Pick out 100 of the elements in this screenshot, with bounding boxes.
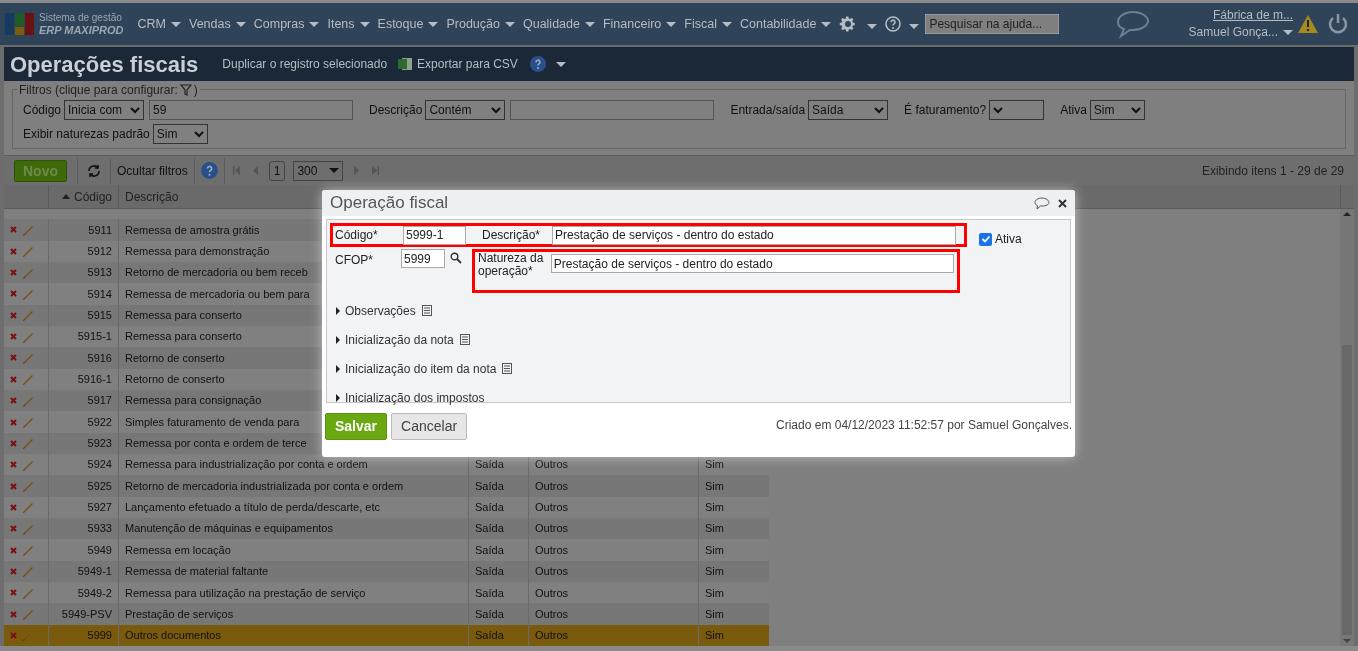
pencil-icon[interactable] — [21, 564, 35, 579]
pencil-icon[interactable] — [21, 607, 35, 622]
note-icon[interactable] — [421, 305, 432, 316]
nav-menu[interactable]: Itens — [323, 14, 374, 34]
filter-icon[interactable] — [179, 84, 192, 97]
nav-menu[interactable]: Fiscal — [680, 14, 736, 34]
filters-legend[interactable]: Filtros (clique para configurar: — [19, 81, 178, 100]
table-row[interactable]: 5949-PSV Prestação de serviços Saída Outros Sim — [4, 603, 769, 625]
help-icon[interactable] — [885, 16, 902, 33]
section-toggle[interactable]: Inicialização da nota — [336, 330, 454, 349]
section-toggle[interactable]: Observações — [336, 301, 416, 320]
delete-icon[interactable] — [10, 461, 17, 469]
first-page-icon[interactable] — [232, 166, 241, 176]
cfop-field[interactable]: 5999 — [401, 249, 445, 268]
chat-icon[interactable] — [1114, 9, 1151, 40]
active-checkbox[interactable] — [979, 232, 992, 246]
nav-menu[interactable]: Qualidade — [518, 14, 599, 34]
pencil-icon[interactable] — [21, 436, 35, 451]
delete-icon[interactable] — [10, 631, 17, 639]
delete-icon[interactable] — [10, 525, 17, 533]
pencil-icon[interactable] — [21, 308, 35, 323]
user-menu[interactable]: Samuel Gonça... — [1188, 24, 1293, 42]
filter-input[interactable]: 59 — [149, 100, 354, 121]
section-toggle[interactable]: Inicialização dos impostos — [336, 388, 485, 407]
filter-select[interactable] — [989, 100, 1045, 121]
code-cell-text: 5913 — [87, 265, 112, 281]
delete-icon[interactable] — [10, 226, 17, 234]
page-action[interactable]: Exportar para CSV — [397, 55, 518, 74]
nav-menu[interactable]: Produção — [442, 14, 519, 34]
delete-icon[interactable] — [10, 333, 17, 341]
cancel-button[interactable]: Cancelar — [391, 413, 468, 440]
direction-cell-text: Saída — [475, 585, 504, 601]
hide-filters-button[interactable]: Ocultar filtros — [111, 161, 194, 180]
table-row[interactable]: 5949-1 Remessa de material faltante Saída Outros Sim — [4, 560, 769, 583]
delete-icon[interactable] — [10, 247, 17, 255]
pencil-icon[interactable] — [21, 543, 35, 558]
delete-icon[interactable] — [10, 503, 17, 511]
power-icon[interactable] — [1327, 13, 1349, 36]
nav-menu[interactable]: Compras — [249, 14, 324, 34]
code-field[interactable]: 5999-1 — [403, 225, 466, 245]
page-action[interactable]: Duplicar o registro selecionado — [222, 55, 388, 74]
pencil-icon[interactable] — [21, 479, 35, 494]
code-cell-text: 5949-PSV — [61, 606, 112, 622]
column-header[interactable]: Código — [49, 185, 119, 209]
table-row[interactable]: 5999 Outros documentos Saída Outros Sim — [4, 624, 769, 647]
description-field[interactable]: Prestação de serviços - dentro do estado — [552, 225, 956, 245]
delete-icon[interactable] — [10, 546, 17, 554]
scrollbar[interactable] — [1340, 209, 1354, 647]
note-icon[interactable] — [502, 363, 513, 374]
nav-menu[interactable]: CRM — [133, 14, 185, 34]
delete-icon[interactable] — [10, 269, 17, 277]
comment-icon[interactable] — [1034, 196, 1050, 210]
delete-icon[interactable] — [10, 589, 17, 597]
nav-menu[interactable]: Financeiro — [598, 14, 681, 34]
delete-icon[interactable] — [10, 397, 17, 405]
nav-menu[interactable]: Estoque — [373, 14, 443, 34]
pencil-icon[interactable] — [21, 351, 35, 365]
delete-icon[interactable] — [10, 354, 17, 362]
delete-icon[interactable] — [10, 311, 17, 319]
delete-icon[interactable] — [10, 567, 17, 575]
warning-icon[interactable] — [1297, 14, 1319, 35]
close-icon[interactable] — [1058, 198, 1067, 208]
page-number[interactable]: 1 — [268, 160, 286, 181]
previous-page-icon[interactable] — [252, 166, 259, 176]
chevron-icon — [491, 106, 502, 114]
pencil-icon[interactable] — [21, 372, 35, 387]
delete-icon[interactable] — [10, 418, 17, 426]
pencil-icon[interactable] — [21, 500, 35, 515]
delete-icon[interactable] — [10, 482, 17, 490]
note-icon[interactable] — [459, 334, 470, 345]
company-link[interactable]: Fábrica de m... — [1212, 7, 1293, 25]
filter-select[interactable]: Saída — [808, 100, 889, 121]
help-search-field[interactable]: Pesquisar na ajuda... — [925, 14, 1060, 35]
help-icon[interactable] — [529, 56, 546, 73]
filter-select[interactable]: Contém — [425, 100, 506, 121]
table-row[interactable]: 5933 Manutenção de máquinas e equipamentos Saída Outros Sim — [4, 518, 769, 540]
delete-icon[interactable] — [10, 610, 17, 618]
delete-icon[interactable] — [10, 375, 17, 383]
filter-select[interactable]: Inicia com — [64, 100, 145, 121]
pencil-icon[interactable] — [21, 415, 35, 429]
last-page-icon[interactable] — [371, 166, 380, 176]
filter-select[interactable]: Sim — [152, 124, 208, 145]
help-icon[interactable] — [200, 162, 218, 180]
refresh-icon[interactable] — [86, 163, 102, 178]
settings-icon[interactable] — [839, 15, 858, 34]
nature-field[interactable]: Prestação de serviços - dentro do estado — [550, 254, 954, 273]
delete-icon[interactable] — [10, 290, 17, 298]
search-icon[interactable] — [450, 252, 462, 264]
nav-menu[interactable]: Vendas — [185, 14, 250, 34]
nav-menu[interactable]: Contabilidade — [736, 14, 836, 34]
delete-icon[interactable] — [10, 439, 17, 447]
pencil-icon[interactable] — [21, 244, 35, 259]
section-toggle[interactable]: Inicialização do item da nota — [336, 359, 497, 378]
table-row[interactable]: 5925 Retorno de mercadoria industrializada por conta e ordem Saída Outros Sim — [4, 475, 769, 497]
filter-input[interactable] — [510, 100, 715, 121]
filter-label: Exibir naturezas padrão — [23, 126, 150, 144]
next-page-icon[interactable] — [353, 166, 360, 176]
page-size-select[interactable]: 300 — [293, 160, 344, 181]
filter-select[interactable]: Sim — [1089, 100, 1145, 121]
save-button[interactable]: Salvar — [325, 413, 388, 440]
